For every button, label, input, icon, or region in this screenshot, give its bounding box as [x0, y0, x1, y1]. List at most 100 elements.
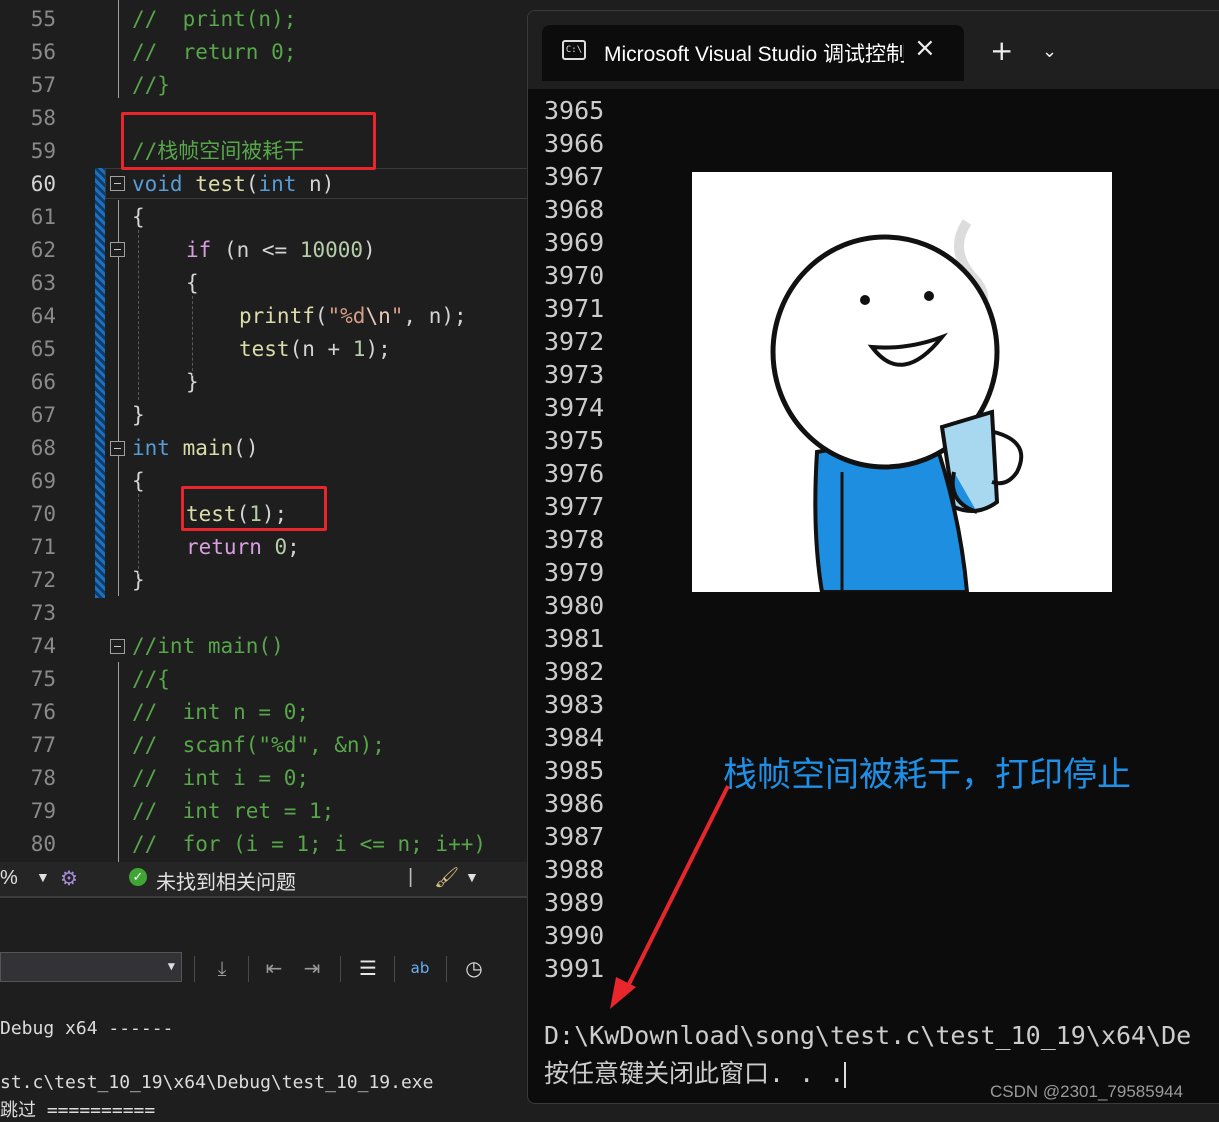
code-token: // for (i = 1; i <= n; i++) [132, 832, 487, 856]
line-number: 59 [30, 139, 56, 163]
intellicode-icon[interactable]: ⚙ [60, 866, 78, 891]
code-text: // int i = 0; [132, 762, 309, 795]
console-app-icon: C:\ [562, 40, 586, 60]
line-number: 72 [30, 568, 56, 592]
code-token: int [258, 172, 297, 196]
line-number: 66 [30, 370, 56, 394]
code-token: // print(n); [132, 7, 297, 31]
code-token: { [132, 205, 145, 229]
console-output-number: 3974 [544, 393, 605, 422]
code-line[interactable]: 68 int main() [0, 432, 528, 465]
fold-guide [118, 662, 119, 862]
code-line[interactable]: 65 test(n + 1); [0, 333, 528, 366]
word-wrap-icon[interactable]: ab [406, 954, 434, 982]
console-output-number: 3984 [544, 723, 605, 752]
code-line[interactable]: 67} [0, 399, 528, 432]
debug-console-window[interactable]: C:\ Microsoft Visual Studio 调试控制台 × + ⌄ … [527, 10, 1219, 1104]
code-line[interactable]: 64 printf("%d\n", n); [0, 300, 528, 333]
line-number: 71 [30, 535, 56, 559]
code-line[interactable]: 80 // for (i = 1; i <= n; i++) [0, 828, 528, 861]
collapse-toggle[interactable] [110, 176, 125, 191]
indent-guide [138, 494, 139, 574]
collapse-toggle[interactable] [110, 242, 125, 257]
code-line[interactable]: 79 // int ret = 1; [0, 795, 528, 828]
chevron-down-icon[interactable]: ▼ [36, 869, 50, 885]
line-number: 57 [30, 73, 56, 97]
console-output-number: 3972 [544, 327, 605, 356]
code-line[interactable]: 76 // int n = 0; [0, 696, 528, 729]
console-path-line: D:\KwDownload\song\test.c\test_10_19\x64… [544, 1021, 1192, 1050]
indent-guide [138, 230, 139, 400]
new-tab-icon[interactable]: + [990, 37, 1013, 65]
console-output-number: 3975 [544, 426, 605, 455]
console-output-number: 3976 [544, 459, 605, 488]
code-line[interactable]: 66} [0, 366, 528, 399]
code-line[interactable]: 75 //{ [0, 663, 528, 696]
code-token: () [233, 436, 259, 460]
next-message-icon[interactable]: ⇥ [298, 954, 326, 982]
code-token: // scanf("%d", &n); [132, 733, 385, 757]
line-number: 63 [30, 271, 56, 295]
line-number: 79 [30, 799, 56, 823]
console-output-number: 3966 [544, 129, 605, 158]
code-line[interactable]: 60 void test(int n) [0, 168, 528, 201]
console-prompt-text: 按任意键关闭此窗口. . . [544, 1059, 845, 1088]
console-output-number: 3968 [544, 195, 605, 224]
code-line[interactable]: 61 { [0, 201, 528, 234]
code-line[interactable]: 62 if (n <= 10000) [0, 234, 528, 267]
code-line[interactable]: 55 // print(n); [0, 3, 528, 36]
code-line[interactable]: 78 // int i = 0; [0, 762, 528, 795]
code-token: //int main() [132, 634, 284, 658]
console-output-number: 3967 [544, 162, 605, 191]
issues-status[interactable]: 未找到相关问题 [156, 866, 296, 895]
code-line[interactable]: 72} [0, 564, 528, 597]
code-text: // for (i = 1; i <= n; i++) [132, 828, 486, 861]
console-tab[interactable]: C:\ Microsoft Visual Studio 调试控制台 × [542, 25, 964, 81]
zoom-level[interactable]: % [0, 867, 18, 890]
code-text: test(n + 1); [239, 333, 391, 366]
console-output-number: 3970 [544, 261, 605, 290]
red-arrow [610, 785, 730, 1009]
chevron-down-icon[interactable]: ▼ [465, 869, 479, 885]
code-line[interactable]: 63 { [0, 267, 528, 300]
code-text: } [132, 399, 145, 432]
code-token: { [132, 469, 145, 493]
output-line: st.c\test_10_19\x64\Debug\test_10_19.exe [0, 1072, 434, 1093]
close-icon[interactable]: × [914, 33, 936, 63]
line-number: 75 [30, 667, 56, 691]
brush-icon[interactable]: 🖌 [434, 865, 459, 890]
output-pane: ▼ ⤓ ⇤ ⇥ ☰ ab ◷ Debug x64 ------ st.c\tes… [0, 896, 528, 1121]
code-line[interactable]: 57 //} [0, 69, 528, 102]
code-token: // int ret = 1; [132, 799, 335, 823]
collapse-toggle[interactable] [110, 441, 125, 456]
code-token: // int n = 0; [132, 700, 310, 724]
clock-icon[interactable]: ◷ [460, 954, 488, 982]
code-text: if (n <= 10000) [186, 234, 376, 267]
code-line[interactable]: 74 //int main() [0, 630, 528, 663]
collapse-toggle[interactable] [110, 639, 125, 654]
line-number: 70 [30, 502, 56, 526]
output-source-select[interactable]: ▼ [0, 952, 182, 982]
code-text: // int n = 0; [132, 696, 309, 729]
code-token: n) [296, 172, 335, 196]
code-token: , n); [403, 304, 467, 328]
code-line[interactable]: 77 // scanf("%d", &n); [0, 729, 528, 762]
line-number: 55 [30, 7, 56, 31]
clear-all-icon[interactable]: ☰ [354, 954, 382, 982]
code-line[interactable]: 71 return 0; [0, 531, 528, 564]
code-token: test [239, 337, 290, 361]
code-line[interactable]: 73 [0, 597, 528, 630]
code-text: void test(int n) [132, 168, 334, 201]
chevron-down-icon[interactable]: ⌄ [1042, 41, 1057, 62]
previous-message-icon[interactable]: ⇤ [260, 954, 288, 982]
code-editor[interactable]: 55// print(n); 56// return 0; 57//} 58 59//栈… [0, 0, 528, 862]
code-text: int main() [132, 432, 258, 465]
toolbar-separator [248, 956, 249, 982]
code-token: (n <= [211, 238, 300, 262]
code-line[interactable]: 56 // return 0; [0, 36, 528, 69]
console-output-number: 3981 [544, 624, 605, 653]
code-text: //{ [132, 663, 170, 696]
go-to-line-icon[interactable]: ⤓ [208, 954, 236, 982]
code-token: } [132, 403, 145, 427]
